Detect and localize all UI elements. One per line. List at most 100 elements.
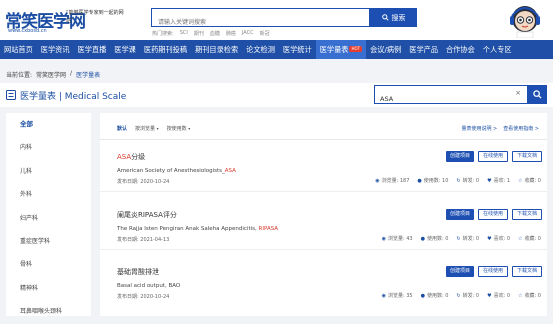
share-count: 转发: 0 (462, 293, 480, 299)
heart-icon: ♥ (487, 235, 492, 242)
favorite-stat[interactable]: ☆ 收藏: 0 (518, 235, 541, 243)
create-project-button[interactable]: 创建项目 (445, 266, 474, 277)
item-stats: ◉ 浏览量: 43 ● 使用数: 0 ↻ 转发: 0 ♥ 喜欢: 0 ☆ 收藏: 0 (381, 235, 541, 243)
breadcrumb-separator: / (70, 70, 73, 77)
usage-instructions-link[interactable]: 量表使用说明 > (461, 125, 497, 132)
hot-search-link[interactable]: 肺癌 (226, 30, 236, 37)
usage-guide-link[interactable]: 查看使用指南 > (503, 125, 539, 132)
nav-item-live[interactable]: 医学直播 (74, 40, 111, 59)
sidebar-item-obstetrics[interactable]: 妇产科 (6, 207, 91, 230)
publish-date: 发布日期: 2021-04-13 (117, 237, 170, 243)
download-doc-button[interactable]: 下载文档 (511, 209, 542, 220)
like-stat[interactable]: ♥ 喜欢: 0 (487, 235, 510, 243)
nav-item-medical-scale[interactable]: 医学量表 HOT (315, 40, 367, 59)
hot-search-link[interactable]: 新冠 (260, 30, 270, 37)
search-icon (533, 90, 542, 99)
sidebar-item-critical-care[interactable]: 重症医学科 (6, 230, 91, 253)
eye-icon: ◉ (375, 177, 380, 184)
views-stat: ◉ 浏览量: 187 (375, 177, 410, 185)
scale-search-button[interactable] (528, 85, 547, 104)
uses-count: 使用数: 0 (426, 293, 449, 299)
online-use-button[interactable]: 在线使用 (477, 209, 508, 220)
share-stat[interactable]: ↻ 转发: 0 (456, 177, 479, 185)
sort-by-usage[interactable]: 按使用数 ▾ (167, 125, 191, 132)
sort-by-views[interactable]: 按浏览量 ▾ (135, 125, 159, 132)
like-stat[interactable]: ♥ 喜欢: 0 (487, 292, 510, 300)
sort-label: 按使用数 (166, 126, 187, 132)
nav-item-meetings[interactable]: 会议/病例 (366, 40, 405, 59)
like-stat[interactable]: ♥ 喜欢: 1 (487, 177, 510, 185)
sidebar-item-surgery[interactable]: 外科 (6, 183, 91, 206)
item-stats: ◉ 浏览量: 187 ● 使用数: 10 ↻ 转发: 0 ♥ 喜欢: 1 ☆ 收藏: 0 (375, 177, 541, 185)
item-divider (100, 249, 547, 250)
favorite-count: 收藏: 0 (524, 178, 541, 184)
download-doc-button[interactable]: 下载文档 (511, 151, 542, 162)
sidebar-item-ent[interactable]: 耳鼻咽喉头颈科 (6, 300, 91, 323)
search-icon (381, 14, 389, 21)
uses-count: 使用数: 0 (426, 236, 449, 242)
subtitle-highlight: ASA (224, 168, 236, 174)
site-search-button[interactable]: 搜索 (370, 8, 417, 27)
breadcrumb: 当前位置: 常笑医学网 / 医学量表 (6, 70, 100, 79)
sidebar-item-orthopedics[interactable]: 骨科 (6, 253, 91, 276)
share-stat[interactable]: ↻ 转发: 0 (456, 235, 479, 243)
clear-search-icon[interactable]: × (515, 89, 521, 97)
hot-badge: HOT (349, 46, 363, 52)
favorite-count: 收藏: 0 (524, 293, 541, 299)
nav-label: 医学资讯 (40, 45, 70, 54)
create-project-button[interactable]: 创建项目 (445, 151, 474, 162)
nav-item-statistics[interactable]: 医学统计 (279, 40, 316, 59)
subtitle-text: The Rajja Isten Pengiran Anak Saleha App… (117, 226, 259, 232)
category-sidebar: 全部 内科 儿科 外科 妇产科 重症医学科 骨科 精神科 耳鼻咽喉头颈科 (6, 113, 91, 316)
publish-date: 发布日期: 2020-10-24 (117, 179, 170, 185)
eye-icon: ◉ (381, 235, 386, 242)
nav-item-paper-check[interactable]: 论文检测 (242, 40, 279, 59)
share-stat[interactable]: ↻ 转发: 0 (456, 292, 480, 300)
nav-item-journal-search[interactable]: 期刊目录检索 (191, 40, 242, 59)
sort-default[interactable]: 默认 (117, 125, 127, 132)
site-search-input[interactable] (152, 14, 369, 31)
nav-label: 医药期刊投稿 (143, 45, 188, 54)
scale-title-link[interactable]: ASA分级 (117, 152, 145, 162)
share-icon: ↻ (456, 235, 461, 242)
favorite-stat[interactable]: ☆ 收藏: 0 (518, 177, 541, 185)
sidebar-item-psychiatry[interactable]: 精神科 (6, 277, 91, 300)
user-icon: ● (417, 177, 422, 184)
sidebar-item-pediatrics[interactable]: 儿科 (6, 160, 91, 183)
scale-title-link[interactable]: 阑尾炎RIPASA评分 (117, 210, 177, 220)
nav-item-products[interactable]: 医学产品 (405, 40, 442, 59)
main-nav: 网站首页 医学资讯 医学直播 医学课 医药期刊投稿 期刊目录检索 论文检测 医学… (0, 40, 553, 59)
scale-subtitle: The Rajja Isten Pengiran Anak Saleha App… (117, 226, 278, 232)
nav-item-associations[interactable]: 合作协会 (442, 40, 479, 59)
guide-links: 量表使用说明 > 查看使用指南 > (461, 125, 539, 132)
favorite-stat[interactable]: ☆ 收藏: 0 (518, 292, 541, 300)
hot-search-link[interactable]: JACC (242, 30, 254, 37)
online-use-button[interactable]: 在线使用 (477, 151, 508, 162)
favorite-count: 收藏: 0 (524, 236, 541, 242)
nav-item-journal-submission[interactable]: 医药期刊投稿 (140, 40, 191, 59)
title-highlight: ASA (117, 153, 132, 161)
hot-search-link[interactable]: 期刊 (194, 30, 204, 37)
sidebar-item-internal-medicine[interactable]: 内科 (6, 136, 91, 159)
hot-search-link[interactable]: SCI (180, 30, 188, 37)
hot-search-link[interactable]: 血糖 (210, 30, 220, 37)
uses-stat: ● 使用数: 10 (417, 177, 448, 185)
online-use-button[interactable]: 在线使用 (477, 266, 508, 277)
views-count: 浏览量: 187 (381, 178, 410, 184)
scale-search-input[interactable] (375, 90, 515, 108)
download-doc-button[interactable]: 下载文档 (511, 266, 542, 277)
breadcrumb-home-link[interactable]: 常笑医学网 (36, 70, 66, 79)
sidebar-item-all[interactable]: 全部 (6, 113, 91, 136)
nav-item-home[interactable]: 网站首页 (0, 40, 37, 59)
uses-stat: ● 使用数: 0 (420, 235, 449, 243)
nav-item-personal[interactable]: 个人专区 (479, 40, 516, 59)
nav-item-news[interactable]: 医学资讯 (37, 40, 74, 59)
uses-stat: ● 使用数: 0 (421, 292, 449, 300)
create-project-button[interactable]: 创建项目 (445, 209, 474, 220)
mascot-illustration (510, 6, 540, 38)
user-icon: ● (420, 235, 425, 242)
scale-title-link[interactable]: 基础胃酸排泄 (117, 267, 159, 277)
heart-icon: ♥ (487, 177, 492, 184)
nav-item-courses[interactable]: 医学课 (110, 40, 140, 59)
star-icon: ☆ (518, 292, 523, 299)
